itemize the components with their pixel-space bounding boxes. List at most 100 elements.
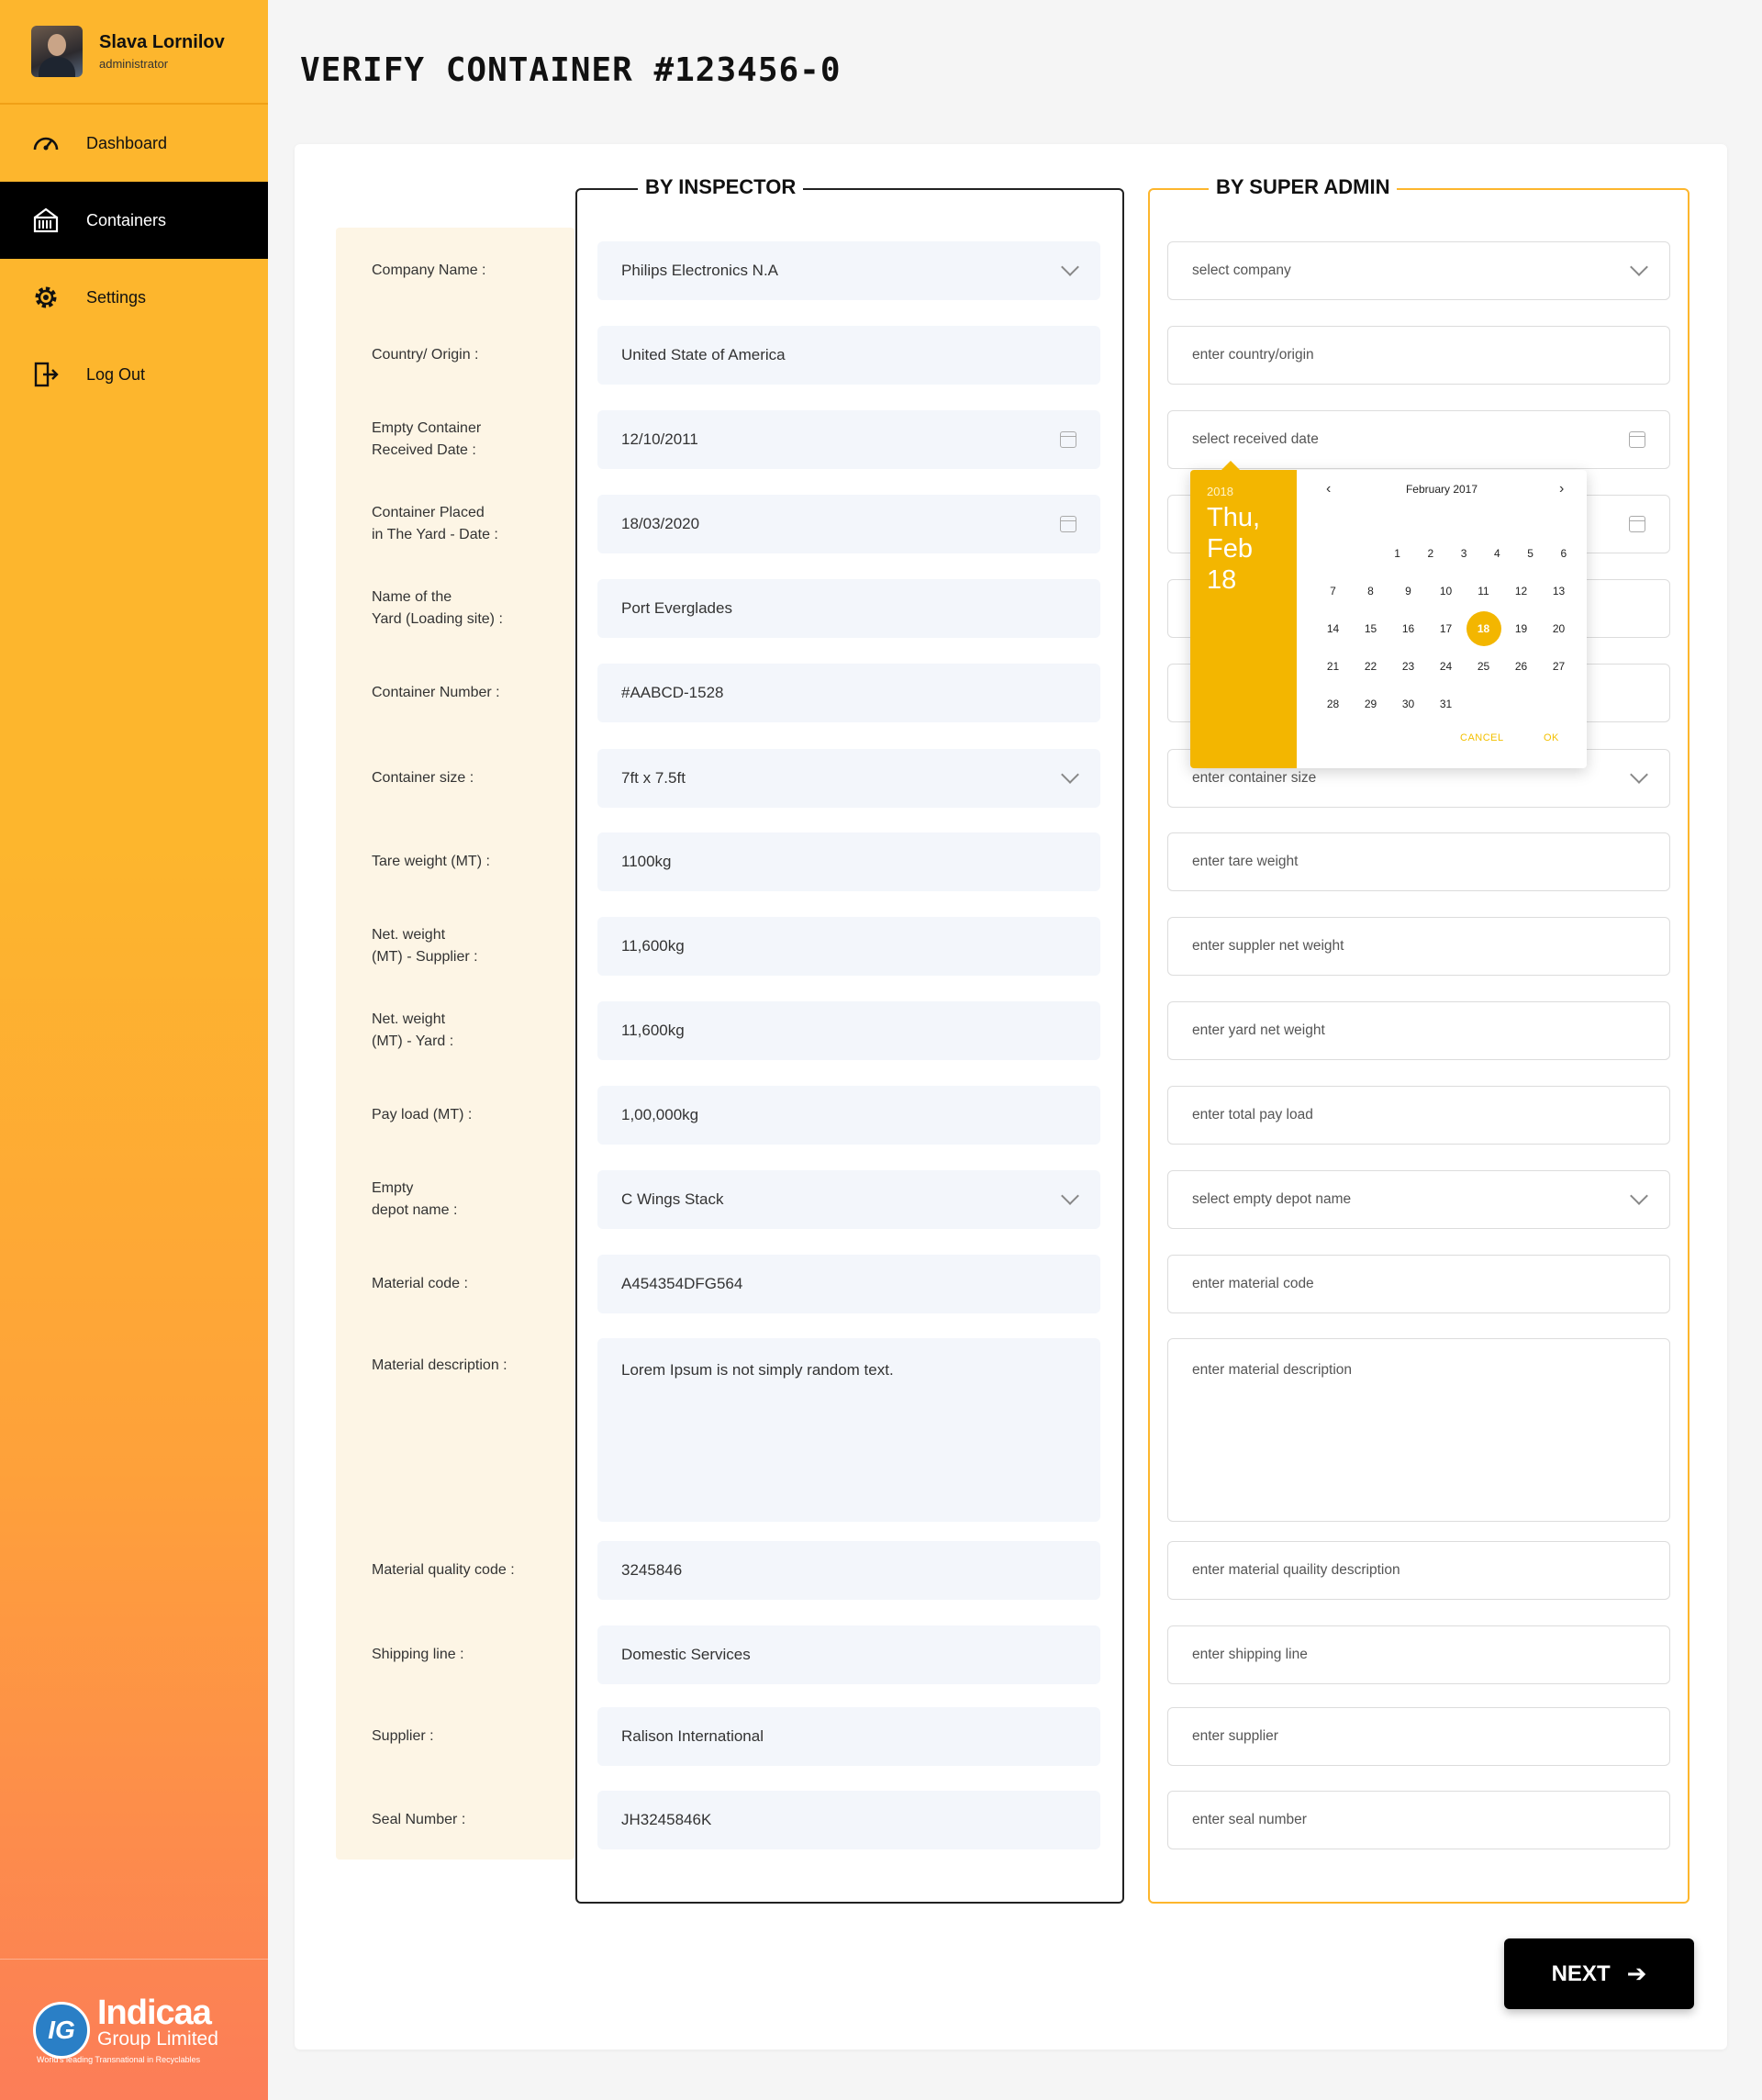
- calendar-day[interactable]: 26: [1502, 650, 1540, 683]
- inspector-field[interactable]: Port Everglades: [597, 579, 1100, 638]
- date-picker-header: 2018 Thu, Feb 18: [1190, 470, 1297, 768]
- chevron-down-icon[interactable]: [1061, 258, 1079, 276]
- prev-month-icon[interactable]: ‹: [1326, 481, 1331, 497]
- calendar-day[interactable]: 13: [1540, 575, 1578, 608]
- admin-field[interactable]: enter country/origin: [1167, 326, 1670, 385]
- admin-field-placeholder: select company: [1192, 262, 1291, 278]
- calendar-day[interactable]: 25: [1465, 650, 1502, 683]
- admin-field[interactable]: enter total pay load: [1167, 1086, 1670, 1145]
- admin-field[interactable]: enter material quaility description: [1167, 1541, 1670, 1600]
- calendar-day-number: 24: [1439, 659, 1453, 673]
- calendar-day[interactable]: 15: [1352, 612, 1389, 645]
- admin-field[interactable]: select received date: [1167, 410, 1670, 469]
- sidebar-item-containers[interactable]: Containers: [0, 182, 268, 259]
- inspector-field[interactable]: 1,00,000kg: [597, 1086, 1100, 1145]
- next-button[interactable]: NEXT ➔: [1504, 1938, 1694, 2009]
- calendar-day[interactable]: 29: [1352, 687, 1389, 720]
- inspector-field[interactable]: Lorem Ipsum is not simply random text.: [597, 1338, 1100, 1522]
- calendar-day[interactable]: 19: [1502, 612, 1540, 645]
- field-label: Country/ Origin :: [372, 347, 479, 363]
- inspector-field[interactable]: 18/03/2020: [597, 495, 1100, 553]
- calendar-day[interactable]: 5: [1514, 537, 1547, 570]
- calendar-day[interactable]: 4: [1480, 537, 1513, 570]
- admin-field[interactable]: enter tare weight: [1167, 832, 1670, 891]
- inspector-field[interactable]: 11,600kg: [597, 917, 1100, 976]
- date-picker-selected-date: Thu, Feb 18: [1207, 503, 1261, 595]
- calendar-day[interactable]: 20: [1540, 612, 1578, 645]
- inspector-field[interactable]: JH3245846K: [597, 1791, 1100, 1849]
- calendar-day[interactable]: 30: [1389, 687, 1427, 720]
- inspector-field[interactable]: 1100kg: [597, 832, 1100, 891]
- inspector-field[interactable]: #AABCD-1528: [597, 664, 1100, 722]
- calendar-day[interactable]: 27: [1540, 650, 1578, 683]
- inspector-field[interactable]: United State of America: [597, 326, 1100, 385]
- chevron-down-icon[interactable]: [1630, 765, 1648, 784]
- admin-field[interactable]: enter supplier: [1167, 1707, 1670, 1766]
- calendar-day-number: 25: [1477, 659, 1490, 673]
- calendar-day[interactable]: 6: [1547, 537, 1580, 570]
- chevron-down-icon[interactable]: [1630, 258, 1648, 276]
- sidebar-item-dashboard[interactable]: Dashboard: [0, 105, 268, 182]
- calendar-day[interactable]: 12: [1502, 575, 1540, 608]
- inspector-field-value: 11,600kg: [621, 937, 685, 955]
- field-label: Supplier :: [372, 1728, 434, 1744]
- inspector-field[interactable]: Domestic Services: [597, 1625, 1100, 1684]
- date-picker-cancel-button[interactable]: CANCEL: [1460, 732, 1504, 743]
- calendar-day[interactable]: 11: [1465, 575, 1502, 608]
- calendar-day[interactable]: 28: [1314, 687, 1352, 720]
- calendar-day[interactable]: 21: [1314, 650, 1352, 683]
- calendar-icon[interactable]: [1060, 431, 1076, 448]
- calendar-day[interactable]: 10: [1427, 575, 1465, 608]
- calendar-day[interactable]: 2: [1414, 537, 1447, 570]
- field-label: Container size :: [372, 770, 474, 786]
- inspector-field[interactable]: A454354DFG564: [597, 1255, 1100, 1313]
- calendar-day[interactable]: 8: [1352, 575, 1389, 608]
- admin-field[interactable]: select empty depot name: [1167, 1170, 1670, 1229]
- admin-field[interactable]: enter material code: [1167, 1255, 1670, 1313]
- gear-icon: [31, 283, 61, 312]
- calendar-icon[interactable]: [1629, 516, 1645, 532]
- chevron-down-icon[interactable]: [1630, 1187, 1648, 1205]
- inspector-field-value: #AABCD-1528: [621, 684, 724, 701]
- calendar-day[interactable]: 14: [1314, 612, 1352, 645]
- inspector-field[interactable]: 3245846: [597, 1541, 1100, 1600]
- calendar-day[interactable]: 3: [1447, 537, 1480, 570]
- calendar-empty: [1502, 687, 1540, 720]
- inspector-field[interactable]: C Wings Stack: [597, 1170, 1100, 1229]
- date-picker-year[interactable]: 2018: [1207, 485, 1280, 498]
- calendar-day[interactable]: 9: [1389, 575, 1427, 608]
- admin-field[interactable]: select company: [1167, 241, 1670, 300]
- calendar-day[interactable]: 24: [1427, 650, 1465, 683]
- user-role: administrator: [99, 57, 169, 71]
- inspector-field[interactable]: Philips Electronics N.A: [597, 241, 1100, 300]
- date-picker-ok-button[interactable]: OK: [1544, 732, 1559, 743]
- sidebar-item-settings[interactable]: Settings: [0, 259, 268, 336]
- admin-field[interactable]: enter shipping line: [1167, 1625, 1670, 1684]
- admin-section-title: BY SUPER ADMIN: [1209, 175, 1398, 199]
- calendar-day[interactable]: 23: [1389, 650, 1427, 683]
- inspector-field[interactable]: 7ft x 7.5ft: [597, 749, 1100, 808]
- inspector-field[interactable]: 12/10/2011: [597, 410, 1100, 469]
- calendar-icon[interactable]: [1060, 516, 1076, 532]
- calendar-day[interactable]: 7: [1314, 575, 1352, 608]
- sidebar-item-logout[interactable]: Log Out: [0, 336, 268, 413]
- chevron-down-icon[interactable]: [1061, 765, 1079, 784]
- admin-field[interactable]: enter yard net weight: [1167, 1001, 1670, 1060]
- inspector-field[interactable]: 11,600kg: [597, 1001, 1100, 1060]
- admin-field[interactable]: enter seal number: [1167, 1791, 1670, 1849]
- calendar-day[interactable]: 22: [1352, 650, 1389, 683]
- chevron-down-icon[interactable]: [1061, 1187, 1079, 1205]
- user-profile[interactable]: Slava Lornilov administrator: [0, 0, 268, 105]
- inspector-field[interactable]: Ralison International: [597, 1707, 1100, 1766]
- calendar-day-number: 20: [1552, 621, 1566, 635]
- admin-field[interactable]: enter suppler net weight: [1167, 917, 1670, 976]
- next-month-icon[interactable]: ›: [1559, 481, 1564, 497]
- calendar-day[interactable]: 31: [1427, 687, 1465, 720]
- calendar-day[interactable]: 17: [1427, 612, 1465, 645]
- calendar-week: 21 22 23 24 25 26 27: [1314, 647, 1580, 685]
- calendar-day[interactable]: 16: [1389, 612, 1427, 645]
- calendar-day[interactable]: 1: [1381, 537, 1414, 570]
- calendar-day[interactable]: 18: [1465, 610, 1502, 646]
- calendar-icon[interactable]: [1629, 431, 1645, 448]
- admin-field[interactable]: enter material description: [1167, 1338, 1670, 1522]
